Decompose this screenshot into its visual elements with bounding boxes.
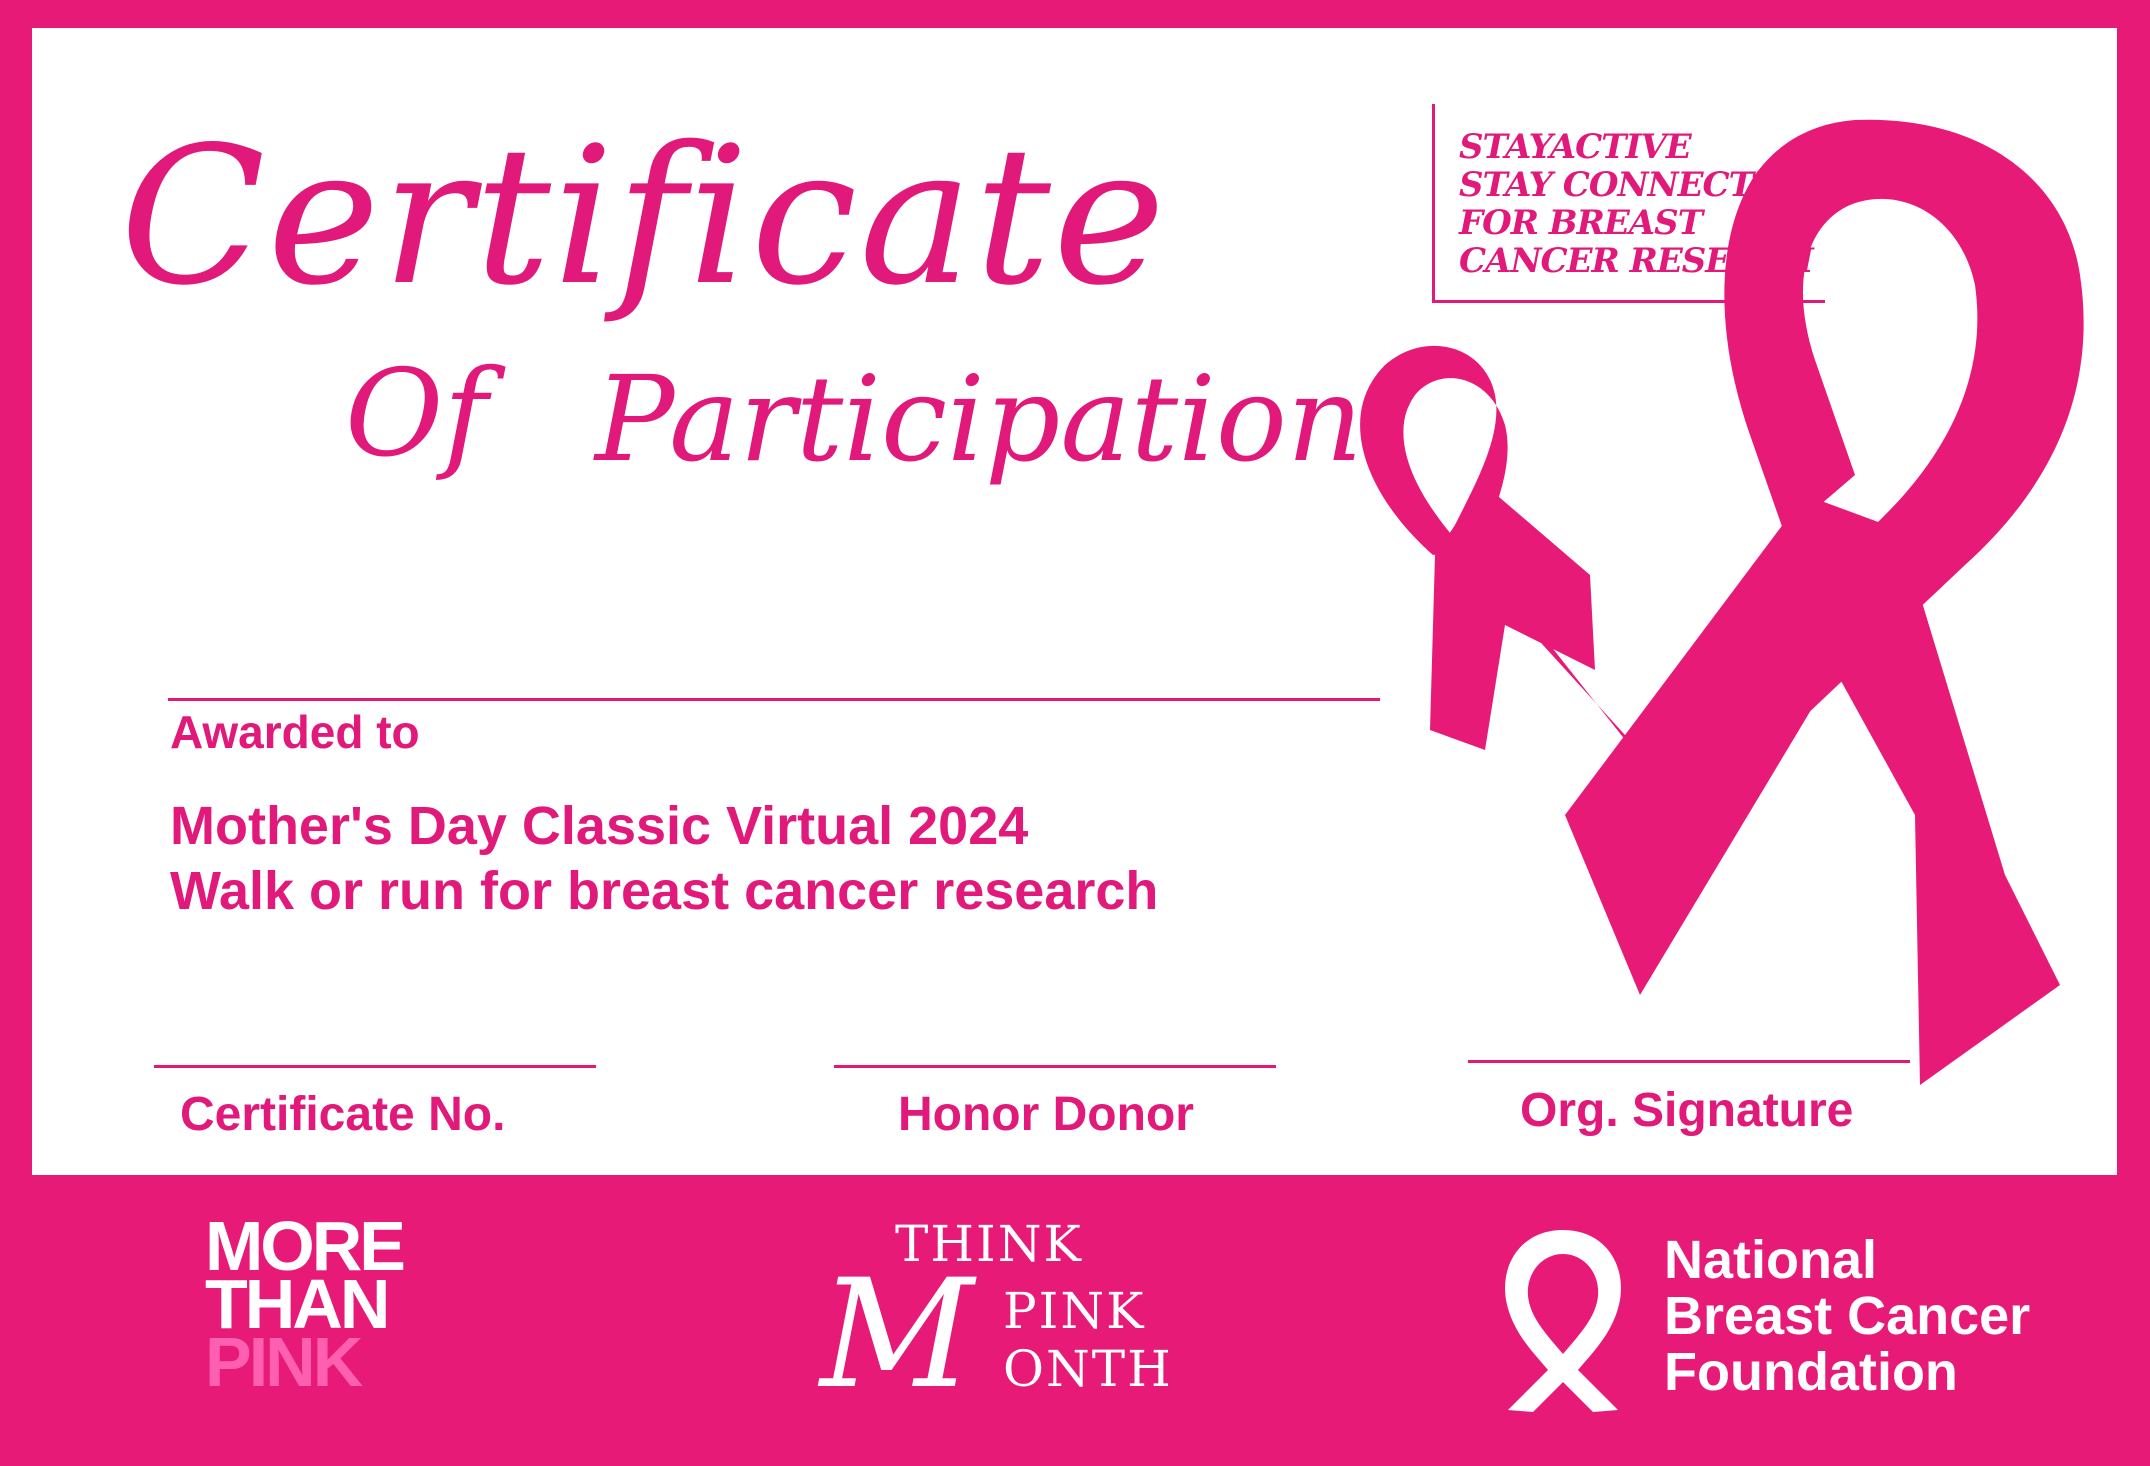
nbcf-logo-text: National Breast Cancer Foundation [1664, 1232, 2030, 1400]
certificate-no-line [154, 1065, 596, 1068]
event-name: Mother's Day Classic Virtual 2024 [170, 796, 1029, 856]
think-pink-month-m: M [820, 1248, 974, 1422]
think-pink-month-onth: ONTH [1003, 1340, 1173, 1398]
certificate-subtitle-participation: Participation [595, 350, 1363, 488]
nbcf-line: Breast Cancer [1664, 1286, 2031, 1346]
more-than-pink-logo: MORE THAN PINK [205, 1211, 406, 1397]
certificate-subtitle-of: Of [345, 345, 488, 484]
honor-donor-line [834, 1065, 1276, 1068]
awarded-to-label: Awarded to [170, 706, 420, 758]
recipient-line [168, 698, 1380, 701]
think-pink-month-pink: PINK [1003, 1282, 1146, 1340]
nbcf-line: Foundation [1664, 1342, 1958, 1402]
nbcf-line: National [1664, 1230, 1878, 1290]
org-signature-label: Org. Signature [1520, 1084, 1854, 1137]
honor-donor-label: Honor Donor [898, 1088, 1194, 1141]
certificate-no-label: Certificate No. [180, 1088, 506, 1141]
think-pink-month-think: THINK [895, 1215, 1083, 1273]
certificate-title: Certificate [120, 106, 1168, 327]
pink-ribbon-large-icon [1565, 119, 2084, 1085]
event-description: Walk or run for breast cancer research [170, 861, 1159, 921]
org-signature-line [1468, 1060, 1910, 1063]
white-ribbon-icon [1505, 1230, 1621, 1412]
